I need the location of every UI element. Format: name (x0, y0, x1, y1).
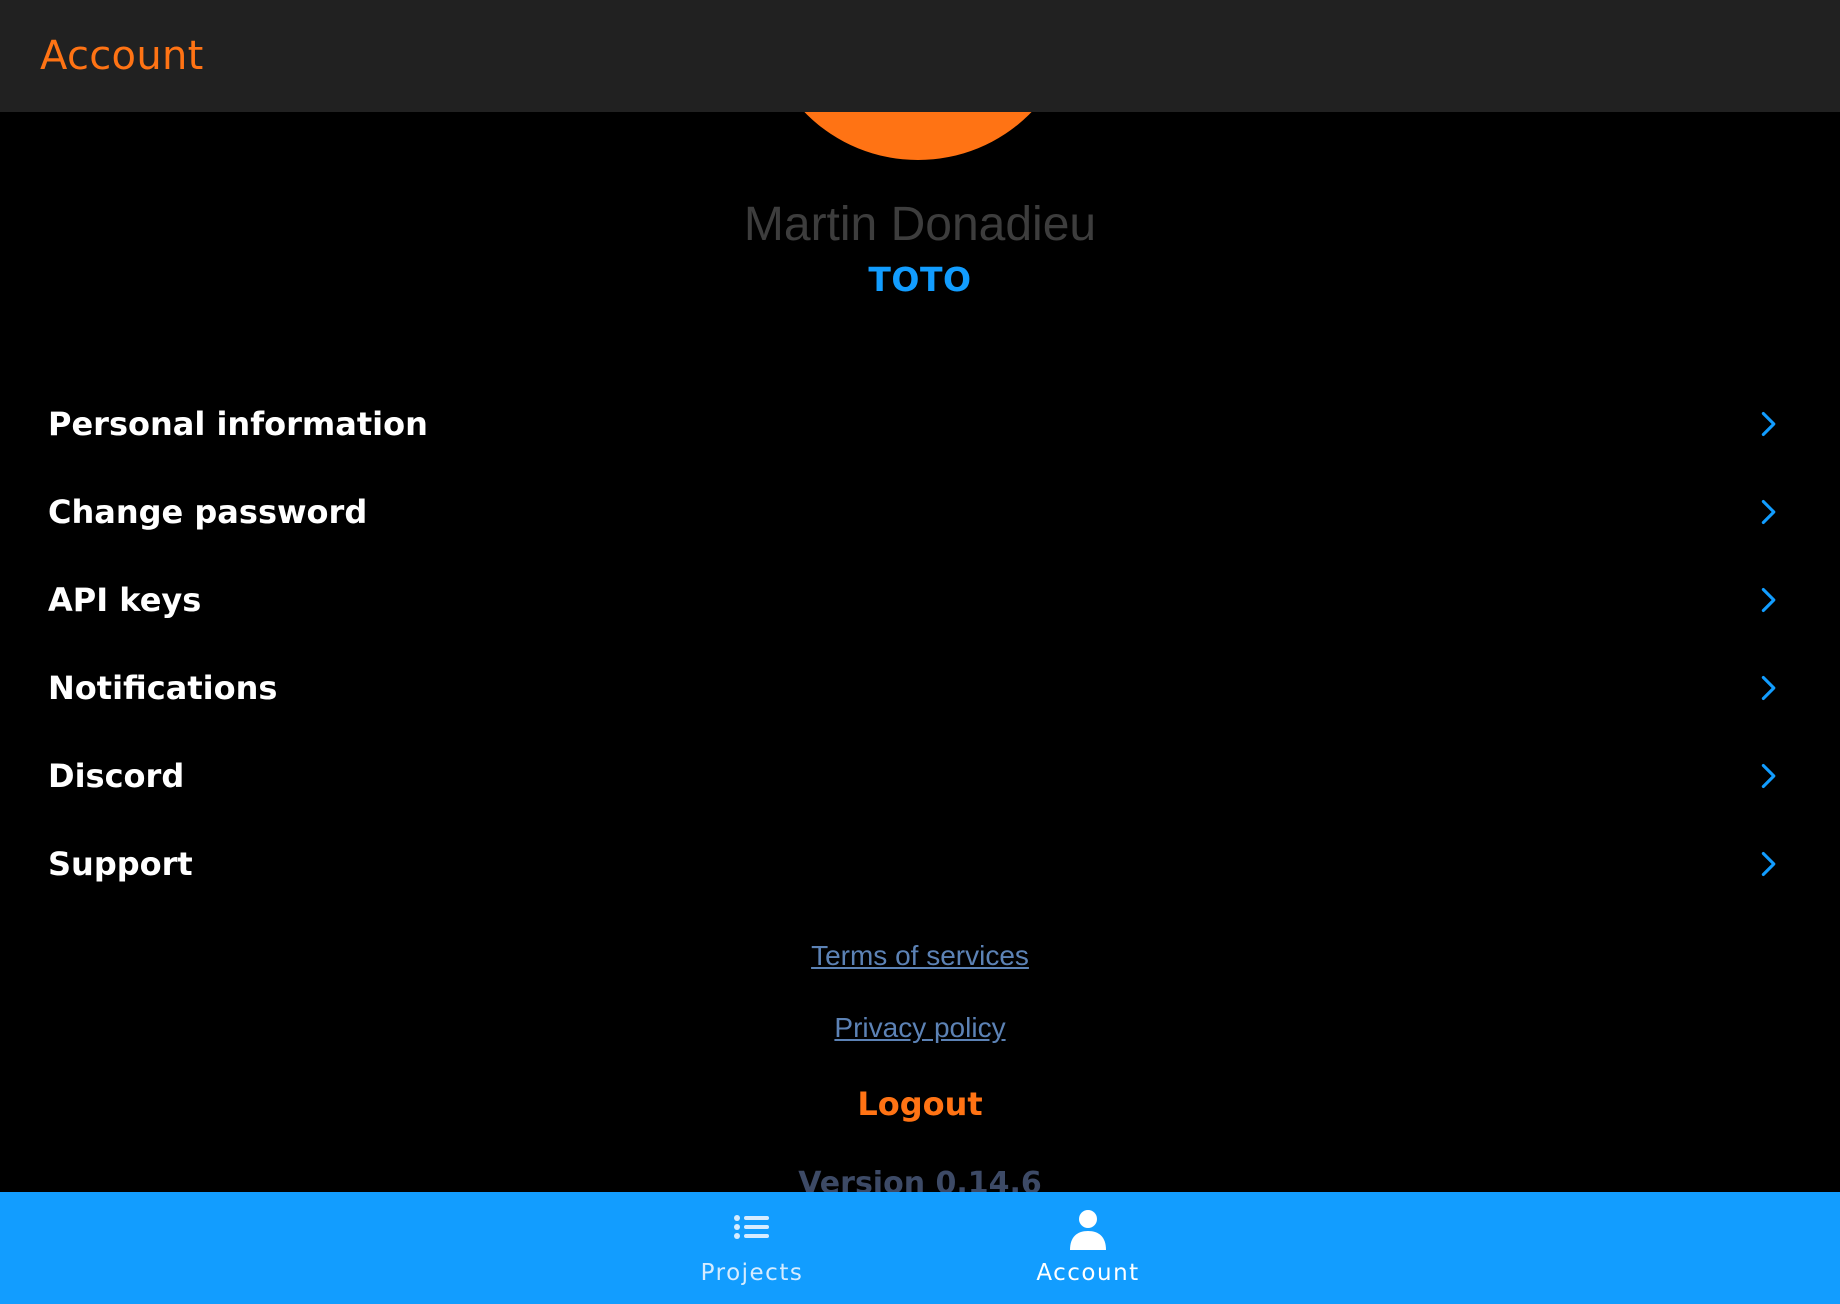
menu-item-label: Personal information (48, 405, 428, 443)
chevron-right-icon (1761, 851, 1776, 877)
menu-item-label: Discord (48, 757, 185, 795)
organization-name: TOTO (868, 260, 972, 299)
user-name: Martin Donadieu (743, 198, 1097, 251)
chevron-right-icon (1761, 411, 1776, 437)
menu-item-change-password[interactable]: Change password (0, 472, 1840, 552)
bottom-tab-bar: Projects Account (0, 1192, 1840, 1304)
menu-item-api-keys[interactable]: API keys (0, 560, 1840, 640)
menu-item-discord[interactable]: Discord (0, 736, 1840, 816)
account-screen: Martin Donadieu TOTO Personal informatio… (0, 0, 1840, 1304)
menu-item-notifications[interactable]: Notifications (0, 648, 1840, 728)
tab-account[interactable]: Account (988, 1192, 1188, 1304)
tab-label: Account (1036, 1260, 1140, 1286)
terms-link-row: Terms of services (0, 938, 1840, 974)
menu-item-label: Support (48, 845, 193, 883)
menu-item-label: API keys (48, 581, 202, 619)
menu-item-personal-information[interactable]: Personal information (0, 384, 1840, 464)
list-icon (734, 1215, 769, 1239)
chevron-right-icon (1761, 675, 1776, 701)
tab-projects[interactable]: Projects (652, 1192, 852, 1304)
chevron-right-icon (1761, 499, 1776, 525)
menu-item-label: Change password (48, 493, 368, 531)
chevron-right-icon (1761, 587, 1776, 613)
tab-label: Projects (700, 1260, 804, 1286)
logout-button[interactable]: Logout (857, 1085, 982, 1123)
chevron-right-icon (1761, 763, 1776, 789)
menu-item-label: Notifications (48, 669, 278, 707)
header-bar: Account (0, 0, 1840, 112)
menu-item-support[interactable]: Support (0, 824, 1840, 904)
account-content[interactable]: Martin Donadieu TOTO Personal informatio… (0, 0, 1840, 1304)
person-icon (1070, 1210, 1106, 1250)
page-title: Account (40, 33, 204, 79)
logout-row: Logout (0, 1082, 1840, 1126)
privacy-policy-link[interactable]: Privacy policy (834, 1012, 1005, 1043)
terms-of-services-link[interactable]: Terms of services (811, 940, 1029, 971)
privacy-link-row: Privacy policy (0, 1010, 1840, 1046)
